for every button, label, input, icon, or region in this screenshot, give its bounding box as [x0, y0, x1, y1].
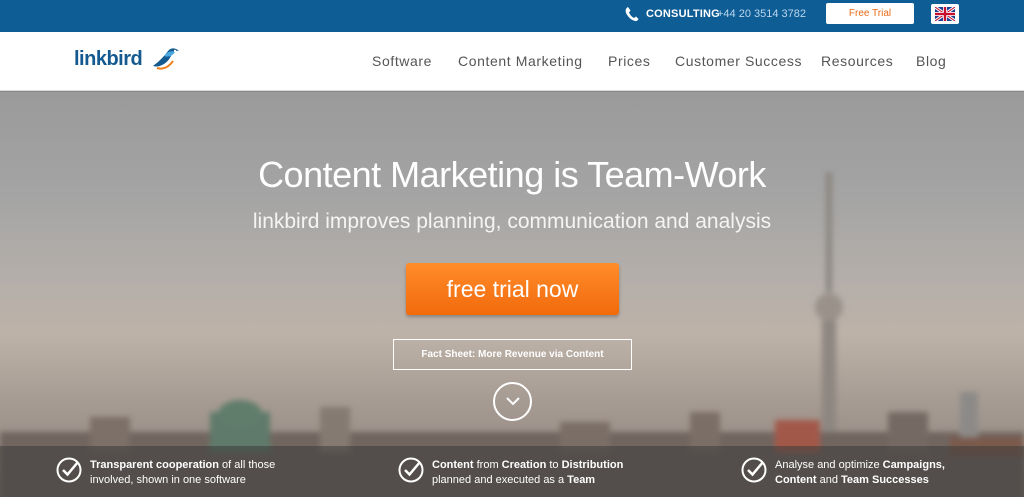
chevron-down-icon — [506, 397, 520, 406]
nav-content-marketing[interactable]: Content Marketing — [458, 53, 583, 69]
check-circle-icon — [56, 457, 82, 483]
linkbird-logo[interactable]: linkbird — [74, 42, 184, 82]
feature-text-segment: Team — [567, 474, 596, 486]
feature-text-segment: planned and executed as a — [432, 474, 568, 486]
feature-text-segment: Content — [432, 459, 474, 471]
feature-text: Analyse and optimize Campaigns, Content … — [775, 458, 985, 488]
fact-sheet-button[interactable]: Fact Sheet: More Revenue via Content — [393, 339, 632, 370]
main-navbar: linkbird Software Content Marketing Pric… — [0, 32, 1024, 91]
scroll-down-button[interactable] — [493, 382, 532, 421]
top-bar: CONSULTING +44 20 3514 3782 Free Trial — [0, 0, 1024, 32]
feature-text-segment: Creation — [501, 459, 547, 471]
check-circle-icon — [398, 457, 424, 483]
feature-text-segment: and — [816, 474, 842, 486]
phone-icon — [625, 7, 639, 22]
features-strip: Transparent cooperation of all those inv… — [0, 446, 1024, 497]
nav-resources[interactable]: Resources — [821, 53, 893, 69]
language-selector[interactable] — [931, 4, 959, 24]
check-circle-icon — [741, 457, 767, 483]
bird-icon — [153, 48, 179, 70]
nav-software[interactable]: Software — [372, 53, 432, 69]
hero-subtitle: linkbird improves planning, communicatio… — [252, 210, 772, 233]
feature-text: Content from Creation to Distribution pl… — [432, 458, 642, 488]
free-trial-button[interactable]: Free Trial — [826, 3, 914, 24]
feature-text-segment: from — [473, 459, 502, 471]
nav-blog[interactable]: Blog — [916, 53, 946, 69]
consulting-label: CONSULTING — [646, 8, 720, 20]
logo-text: linkbird — [74, 48, 143, 70]
hero-section: Content Marketing is Team-Work linkbird … — [0, 92, 1024, 497]
feature-text-segment: Analyse and optimize — [775, 459, 883, 471]
nav-customer-success[interactable]: Customer Success — [675, 53, 802, 69]
free-trial-now-button[interactable]: free trial now — [406, 263, 619, 315]
uk-flag-icon — [935, 7, 955, 21]
nav-prices[interactable]: Prices — [608, 53, 651, 69]
feature-text-segment: Team Successes — [841, 474, 929, 486]
feature-text-segment: Transparent cooperation — [90, 459, 219, 471]
hero-title: Content Marketing is Team-Work — [258, 154, 766, 195]
feature-text: Transparent cooperation of all those inv… — [90, 458, 300, 488]
feature-text-segment: to — [546, 459, 562, 471]
feature-text-segment: Distribution — [561, 459, 624, 471]
phone-number-link[interactable]: +44 20 3514 3782 — [717, 8, 806, 20]
